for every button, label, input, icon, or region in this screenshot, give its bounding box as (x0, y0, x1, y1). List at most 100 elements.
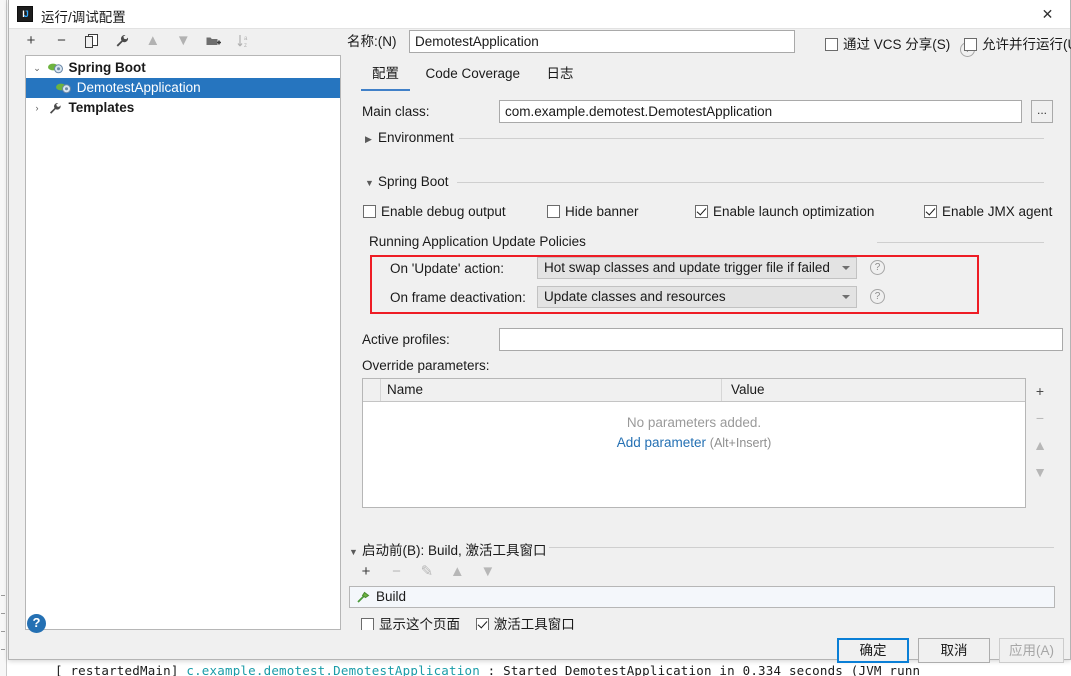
chevron-down-icon[interactable] (842, 295, 850, 299)
spring-boot-icon (56, 81, 73, 95)
configurations-tree[interactable]: ⌄ Spring Boot DemotestApplication › Temp… (25, 55, 341, 630)
on-update-help-icon[interactable]: ? (870, 260, 885, 275)
before-launch-header[interactable]: ▼ 启动前(B): Build, 激活工具窗口 (349, 539, 547, 559)
ok-button[interactable]: 确定 (837, 638, 909, 663)
move-task-up-button[interactable]: ▲ (444, 563, 470, 580)
configurations-toolbar: + − ▲ ▼ az (18, 30, 340, 54)
activate-tool-window-checkbox[interactable]: 激活工具窗口 (475, 617, 575, 630)
on-frame-deactivation-dropdown[interactable]: Update classes and resources (537, 286, 857, 308)
column-header-value: Value (731, 382, 765, 397)
tab-logs[interactable]: 日志 (535, 64, 584, 89)
share-via-vcs-checkbox[interactable]: 通过 VCS 分享(S) ? (825, 33, 976, 57)
chevron-right-icon[interactable]: › (30, 98, 44, 118)
main-class-label: Main class: (362, 104, 430, 119)
tree-node-demotestapplication[interactable]: DemotestApplication (26, 78, 340, 98)
add-before-launch-task-button[interactable]: + (353, 563, 379, 580)
move-parameter-up-button[interactable]: ▲ (1031, 432, 1049, 459)
chevron-down-icon[interactable] (842, 266, 850, 270)
column-header-name: Name (387, 382, 424, 397)
edit-before-launch-task-button[interactable]: ✎ (414, 562, 440, 580)
add-configuration-button[interactable]: + (18, 30, 44, 52)
before-launch-toolbar: + − ✎ ▲ ▼ (353, 562, 501, 581)
column-divider (380, 379, 381, 401)
add-parameter-hint: (Alt+Insert) (709, 436, 772, 450)
wrench-icon[interactable] (109, 30, 135, 52)
enable-debug-output-checkbox[interactable]: Enable debug output (363, 204, 506, 219)
console-suffix: : Started DemotestApplication in 0.334 s… (479, 663, 921, 676)
move-up-button[interactable]: ▲ (140, 30, 166, 52)
show-this-page-label: 显示这个页面 (379, 617, 460, 630)
tab-configuration[interactable]: 配置 (361, 64, 410, 91)
on-update-action-label: On 'Update' action: (390, 261, 504, 276)
add-parameter-link[interactable]: Add parameter (617, 435, 706, 450)
hammer-icon (356, 590, 370, 604)
apply-button[interactable]: 应用(A) (999, 638, 1064, 663)
close-icon[interactable]: ✕ (1025, 0, 1070, 29)
active-profiles-input[interactable] (499, 328, 1063, 351)
override-parameters-table[interactable]: Name Value No parameters added. Add para… (362, 378, 1026, 508)
remove-before-launch-task-button[interactable]: − (383, 563, 409, 580)
configuration-name-input[interactable] (409, 30, 795, 53)
on-update-action-dropdown[interactable]: Hot swap classes and update trigger file… (537, 257, 857, 279)
spring-boot-section-rule (457, 182, 1044, 183)
spring-boot-section-header[interactable]: ▼ Spring Boot (365, 174, 449, 189)
move-task-down-button[interactable]: ▼ (475, 563, 501, 580)
wrench-icon (48, 101, 65, 115)
activate-tool-window-label: 激活工具窗口 (493, 617, 575, 630)
on-frame-deactivation-help-icon[interactable]: ? (870, 289, 885, 304)
chevron-down-icon[interactable]: ▼ (365, 178, 378, 188)
tab-code-coverage[interactable]: Code Coverage (414, 64, 531, 89)
before-launch-task-label: Build (376, 589, 407, 604)
checkbox-box[interactable] (475, 618, 489, 630)
checkbox-box[interactable] (361, 618, 374, 630)
copy-icon[interactable] (79, 30, 105, 52)
add-parameter-button[interactable]: + (1031, 378, 1049, 405)
console-prefix: [ restartedMain] (55, 663, 187, 676)
empty-state: No parameters added. Add parameter (Alt+… (363, 415, 1025, 450)
hide-banner-checkbox[interactable]: Hide banner (547, 204, 639, 219)
chevron-down-icon[interactable]: ▼ (349, 547, 362, 557)
active-profiles-label: Active profiles: (362, 332, 450, 347)
override-parameters-label: Override parameters: (362, 358, 490, 373)
checkbox-box[interactable] (547, 205, 560, 218)
cancel-button[interactable]: 取消 (918, 638, 990, 663)
tree-node-spring-boot[interactable]: ⌄ Spring Boot (26, 58, 340, 78)
screen: [ restartedMain] c.example.demotest.Demo… (0, 0, 1071, 676)
allow-parallel-run-checkbox[interactable]: 允许并行运行(U) (964, 33, 1071, 53)
list-item[interactable]: Build (350, 587, 1054, 607)
chevron-right-icon[interactable]: ▶ (365, 134, 378, 145)
environment-section-header[interactable]: ▶ Environment (365, 130, 454, 145)
remove-parameter-button[interactable]: − (1031, 405, 1049, 432)
chevron-down-icon[interactable]: ⌄ (30, 58, 44, 78)
name-label: 名称:(N) (347, 34, 397, 49)
sort-az-icon[interactable]: az (231, 30, 257, 52)
folder-plus-icon[interactable] (201, 30, 227, 52)
empty-state-text: No parameters added. (626, 415, 762, 430)
enable-launch-optimization-checkbox[interactable]: Enable launch optimization (695, 204, 874, 219)
enable-jmx-agent-checkbox[interactable]: Enable JMX agent (924, 204, 1052, 219)
move-parameter-down-button[interactable]: ▼ (1031, 459, 1049, 486)
main-class-input[interactable]: com.example.demotest.DemotestApplication (499, 100, 1022, 123)
name-label-wrap: 名称:(N) (347, 30, 397, 54)
show-this-page-checkbox[interactable]: 显示这个页面 (361, 617, 460, 630)
dialog-titlebar: IJ 运行/调试配置 ✕ (9, 0, 1070, 29)
help-button[interactable]: ? (27, 614, 46, 633)
checkbox-box[interactable] (924, 205, 937, 218)
configuration-tabs: 配置 Code Coverage 日志 (361, 64, 584, 91)
spring-boot-section-label: Spring Boot (378, 174, 449, 189)
allow-parallel-run-label: 允许并行运行(U) (982, 37, 1071, 52)
parameters-side-toolbar: + − ▲ ▼ (1031, 378, 1049, 486)
checkbox-box[interactable] (363, 205, 376, 218)
checkbox-box[interactable] (964, 38, 977, 51)
tree-node-templates[interactable]: › Templates (26, 98, 340, 118)
move-down-button[interactable]: ▼ (170, 30, 196, 52)
editor-gutter (0, 0, 7, 676)
before-launch-task-list[interactable]: Build (349, 586, 1055, 608)
browse-main-class-button[interactable]: ... (1031, 100, 1053, 123)
checkbox-box[interactable] (695, 205, 708, 218)
empty-state-action: Add parameter (Alt+Insert) (363, 435, 1025, 450)
remove-configuration-button[interactable]: − (48, 30, 74, 52)
checkbox-box[interactable] (825, 38, 838, 51)
hide-banner-label: Hide banner (565, 204, 639, 219)
enable-launch-optimization-label: Enable launch optimization (713, 204, 875, 219)
